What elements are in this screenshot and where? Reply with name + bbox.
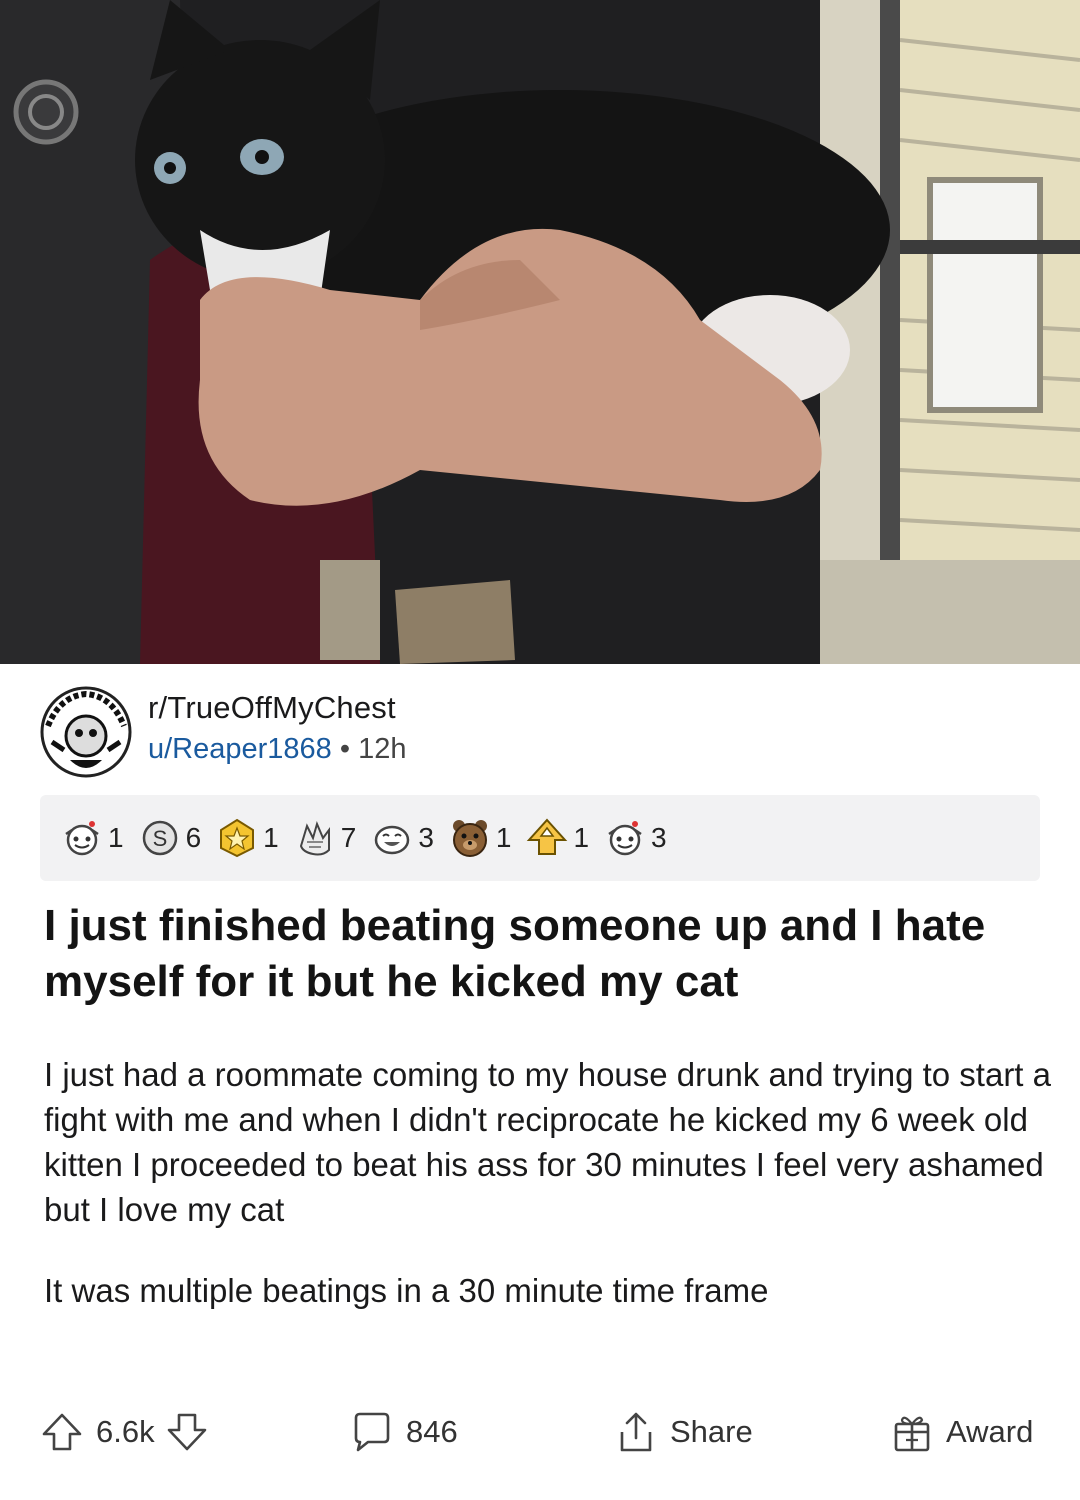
wholesome-award-icon bbox=[608, 821, 642, 856]
laughing-face-award-icon bbox=[375, 825, 410, 855]
upvote-arrow-icon[interactable] bbox=[40, 1410, 84, 1454]
post-body-paragraph: It was multiple beatings in a 30 minute … bbox=[44, 1272, 769, 1309]
share-button[interactable]: Share bbox=[614, 1410, 753, 1454]
post-age: 12h bbox=[358, 733, 407, 765]
post-body: I just had a roommate coming to my house… bbox=[44, 1052, 1064, 1349]
post-image[interactable] bbox=[0, 0, 1080, 664]
award-count: 3 bbox=[418, 822, 434, 853]
post-body-paragraph: I just had a roommate coming to my house… bbox=[44, 1056, 1051, 1228]
post-header: r/TrueOffMyChest u/Reaper1868 • 12h bbox=[40, 680, 1040, 780]
arrow-up-award-icon bbox=[527, 818, 568, 855]
award-count: 1 bbox=[263, 822, 279, 853]
skull-logo-icon bbox=[40, 686, 132, 778]
award-count: 1 bbox=[573, 822, 590, 853]
award-label: Award bbox=[946, 1414, 1034, 1449]
awards-bar[interactable]: 1 S 6 1 7 3 1 1 3 bbox=[40, 795, 1040, 881]
meta-separator: • bbox=[339, 733, 351, 765]
award-item[interactable]: 1 bbox=[215, 816, 279, 860]
award-count: 1 bbox=[108, 822, 124, 853]
post-action-bar: 6.6k 846 Share Award bbox=[40, 1412, 1080, 1500]
award-count: 3 bbox=[651, 822, 667, 853]
comment-bubble-icon bbox=[354, 1412, 390, 1452]
downvote-arrow-icon[interactable] bbox=[165, 1410, 209, 1454]
vote-group: 6.6k bbox=[40, 1410, 209, 1454]
award-item[interactable]: 3 bbox=[370, 816, 434, 860]
gold-star-award-icon bbox=[220, 818, 255, 858]
vote-count: 6.6k bbox=[96, 1414, 155, 1449]
silver-coin-award-icon: S bbox=[142, 820, 177, 856]
award-item[interactable]: 3 bbox=[603, 816, 667, 860]
award-item[interactable]: 1 bbox=[60, 816, 124, 860]
svg-text:S: S bbox=[152, 826, 167, 851]
author-link[interactable]: u/Reaper1868 bbox=[148, 733, 332, 765]
comments-button[interactable]: 846 bbox=[350, 1410, 458, 1454]
gift-box-icon bbox=[894, 1416, 930, 1452]
award-item[interactable]: 1 bbox=[448, 816, 512, 860]
award-item[interactable]: 7 bbox=[293, 816, 357, 860]
hand-award-icon bbox=[299, 821, 330, 856]
share-label: Share bbox=[670, 1414, 753, 1449]
award-item[interactable]: S 6 bbox=[138, 816, 202, 860]
award-count: 1 bbox=[495, 822, 512, 853]
post-meta: u/Reaper1868 • 12h bbox=[148, 733, 407, 766]
award-item[interactable]: 1 bbox=[525, 816, 589, 860]
bear-award-icon bbox=[452, 820, 487, 857]
kitten-photo bbox=[0, 0, 1080, 664]
subreddit-name[interactable]: r/TrueOffMyChest bbox=[148, 690, 396, 726]
award-count: 6 bbox=[185, 822, 202, 853]
award-count: 7 bbox=[340, 822, 357, 853]
post-title[interactable]: I just finished beating someone up and I… bbox=[44, 898, 1044, 1010]
award-button[interactable]: Award bbox=[890, 1410, 1033, 1454]
subreddit-avatar[interactable] bbox=[40, 686, 132, 778]
wholesome-award-icon bbox=[65, 821, 99, 856]
comment-count: 846 bbox=[406, 1414, 458, 1449]
share-icon bbox=[620, 1412, 652, 1452]
